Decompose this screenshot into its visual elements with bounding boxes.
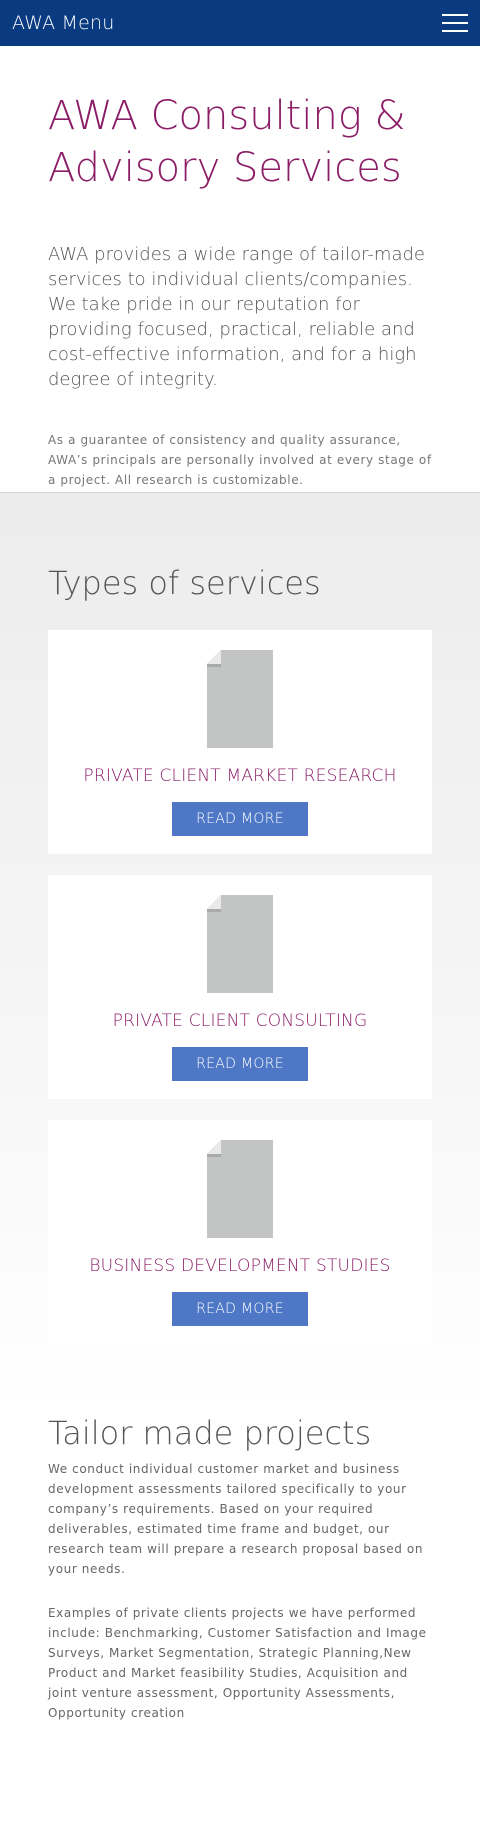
- document-icon: [207, 650, 273, 748]
- document-icon: [207, 895, 273, 993]
- service-card-market-research: PRIVATE CLIENT MARKET RESEARCH READ MORE: [48, 630, 432, 854]
- services-card-list: PRIVATE CLIENT MARKET RESEARCH READ MORE…: [48, 630, 432, 1344]
- read-more-button[interactable]: READ MORE: [172, 802, 308, 836]
- hamburger-line: [442, 14, 468, 16]
- read-more-button[interactable]: READ MORE: [172, 1047, 308, 1081]
- intro-note-text: As a guarantee of consistency and qualit…: [48, 433, 432, 487]
- page-title: AWA Consulting & Advisory Services: [48, 93, 406, 191]
- service-card-title: BUSINESS DEVELOPMENT STUDIES: [89, 1256, 391, 1276]
- service-card-title: PRIVATE CLIENT CONSULTING: [112, 1011, 368, 1031]
- hamburger-line: [442, 22, 468, 24]
- intro-lead-text: AWA provides a wide range of tailor-made…: [48, 244, 425, 390]
- tailor-heading: Tailor made projects: [48, 1414, 372, 1452]
- service-card-consulting: PRIVATE CLIENT CONSULTING READ MORE: [48, 875, 432, 1099]
- read-more-button[interactable]: READ MORE: [172, 1292, 308, 1326]
- service-card-title: PRIVATE CLIENT MARKET RESEARCH: [83, 766, 397, 786]
- tailor-made-section: Tailor made projects We conduct individu…: [0, 1413, 480, 1723]
- service-card-business-development: BUSINESS DEVELOPMENT STUDIES READ MORE: [48, 1120, 432, 1344]
- tailor-examples-paragraph: Examples of private clients projects we …: [48, 1606, 427, 1720]
- services-heading: Types of services: [48, 564, 321, 602]
- hamburger-line: [442, 30, 468, 32]
- services-section: Types of services PRIVATE CLIENT MARKET …: [0, 493, 480, 1413]
- hamburger-icon[interactable]: [442, 14, 468, 32]
- intro-section: AWA Consulting & Advisory Services AWA p…: [0, 46, 480, 493]
- document-icon: [207, 1140, 273, 1238]
- tailor-paragraph: We conduct individual customer market an…: [48, 1462, 424, 1576]
- brand-menu-link[interactable]: AWA Menu: [12, 12, 115, 34]
- top-nav-bar: AWA Menu: [0, 0, 480, 46]
